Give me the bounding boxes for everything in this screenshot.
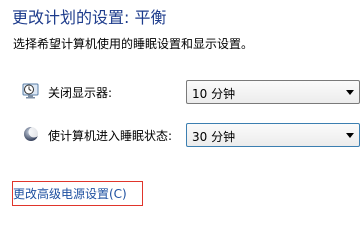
page-title: 更改计划的设置: 平衡 [12,8,167,27]
sleep-select[interactable]: 30 分钟 [186,123,360,147]
advanced-power-settings-link[interactable]: 更改高级电源设置(C) [13,185,127,202]
sleep-row: 使计算机进入睡眠状态: 30 分钟 [22,123,360,147]
moon-sleep-icon [22,125,40,143]
turn-off-display-row: 关闭显示器: 10 分钟 [22,80,360,104]
clock-monitor-icon [22,82,40,100]
page-description: 选择希望计算机使用的睡眠设置和显示设置。 [13,37,254,51]
chevron-down-icon [346,90,354,95]
chevron-down-icon [346,133,354,138]
turn-off-display-value: 10 分钟 [192,87,236,101]
sleep-label: 使计算机进入睡眠状态: [48,129,173,143]
turn-off-display-select[interactable]: 10 分钟 [186,80,360,104]
turn-off-display-label: 关闭显示器: [48,86,113,100]
sleep-value: 30 分钟 [192,130,236,144]
